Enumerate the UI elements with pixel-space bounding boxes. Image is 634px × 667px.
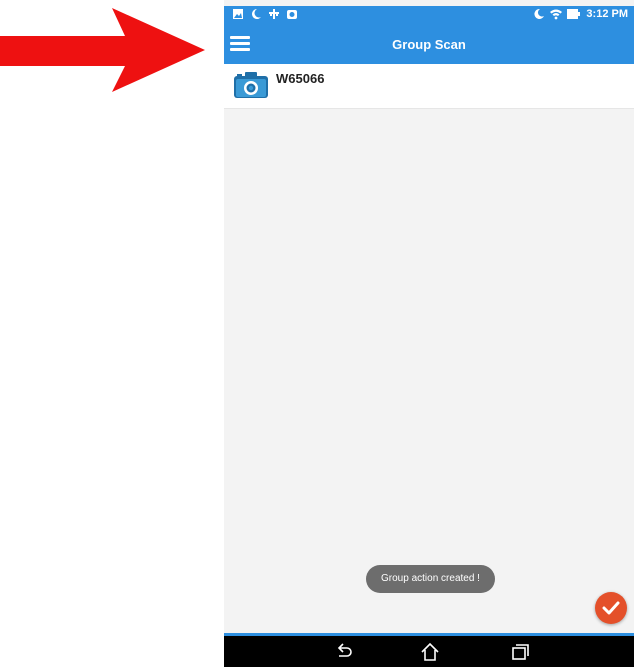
toast-message: Group action created ! (366, 565, 495, 593)
wifi-icon (550, 9, 563, 20)
phone-screen: 3:12 PM Group Scan W65066 Group action c… (224, 0, 634, 667)
battery-icon (567, 9, 581, 19)
app-icon (287, 10, 297, 19)
app-bar: Group Scan (224, 24, 634, 64)
page-title: Group Scan (392, 37, 466, 52)
status-right-icons: 3:12 PM (533, 8, 628, 20)
usb-icon (269, 9, 279, 19)
back-icon[interactable] (334, 642, 354, 662)
checkmark-icon (602, 601, 620, 615)
status-bar: 3:12 PM (224, 6, 634, 24)
annotation-arrow-icon (0, 8, 205, 92)
list-item[interactable]: W65066 (224, 64, 634, 109)
status-time: 3:12 PM (586, 8, 628, 20)
status-left-icons (232, 8, 298, 20)
home-icon[interactable] (420, 642, 440, 662)
recent-apps-icon[interactable] (510, 642, 530, 662)
confirm-fab-button[interactable] (595, 592, 627, 624)
moon-icon (534, 8, 545, 19)
system-nav-bar (224, 636, 634, 667)
list-item-label: W65066 (276, 71, 325, 86)
camera-icon (234, 72, 268, 98)
phone-icon (252, 9, 261, 19)
image-icon (233, 9, 243, 19)
